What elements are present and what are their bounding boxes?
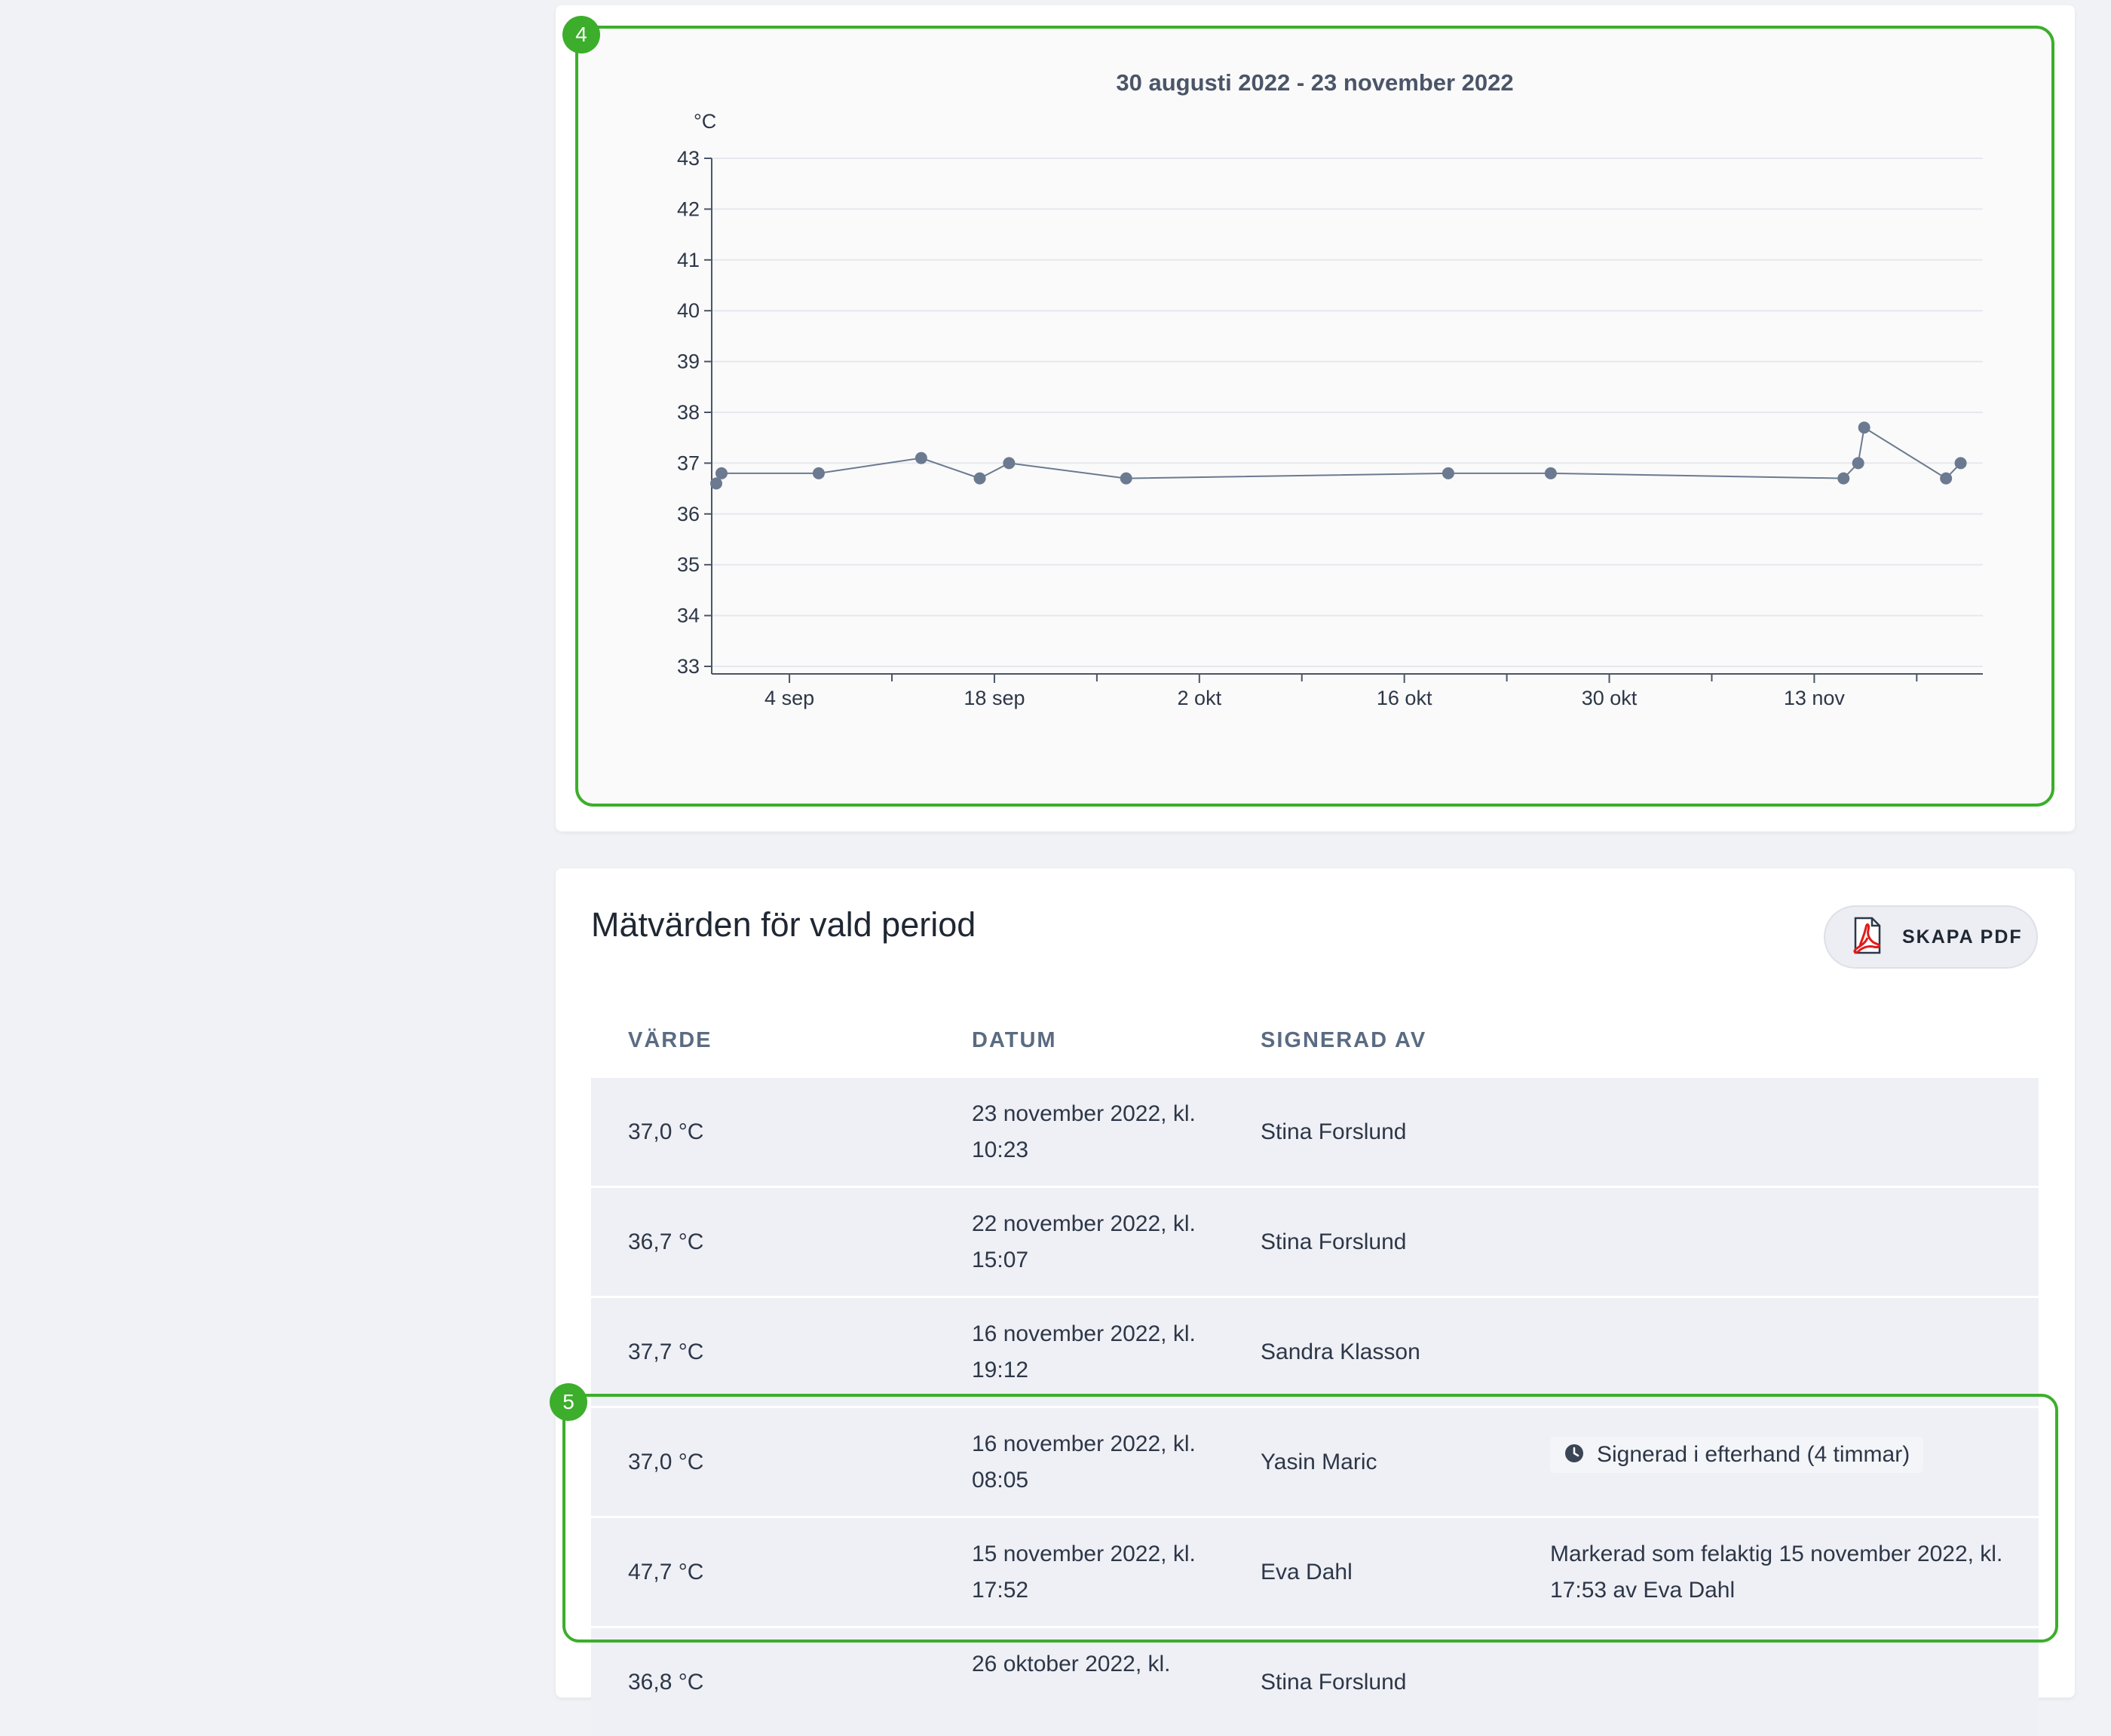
x-tick-label: 13 nov [1784,687,1846,709]
row-time: 17:52 [972,1578,1029,1603]
table-row[interactable]: 37,7 °C 16 november 2022, kl. 19:12 Sandra … [591,1298,2039,1406]
table-row[interactable]: 47,7 °C 15 november 2022, kl. 17:52 Eva Dah… [591,1518,2039,1626]
row-time: 19:12 [972,1358,1029,1382]
section-title: Mätvärden för vald period [591,905,976,944]
chart-grid [712,158,1983,667]
row-signed-by: Stina Forslund [1261,1119,1407,1144]
data-point [1003,457,1016,470]
row-signed-by: Eva Dahl [1261,1560,1353,1584]
row-value: 47,7 °C [628,1560,704,1584]
table-row[interactable]: 36,7 °C 22 november 2022, kl. 15:07 Stina F… [591,1188,2039,1296]
table-row[interactable]: 36,8 °C 26 oktober 2022, kl. Stina Forslun… [591,1628,2039,1736]
status-text: Signerad i efterhand (4 timmar) [1597,1442,1910,1467]
y-tick-label: 34 [677,605,700,627]
x-tick-label: 2 okt [1178,687,1222,709]
column-header-date[interactable]: DATUM [972,1028,1057,1053]
row-value: 36,8 °C [628,1670,704,1695]
row-date: 15 november 2022, kl. [972,1542,1196,1566]
table-row[interactable]: 37,0 °C 16 november 2022, kl. 08:05 Yasin M… [591,1408,2039,1516]
data-point [1837,472,1850,485]
y-tick-label: 37 [677,452,700,474]
y-tick-label: 40 [677,299,700,322]
pdf-icon [1846,915,1887,960]
step-badge-5: 5 [550,1383,587,1421]
column-header-signed-by[interactable]: SIGNERAD AV [1261,1028,1426,1053]
table-row[interactable]: 37,0 °C 23 november 2022, kl. 10:23 Stina F… [591,1078,2039,1186]
temperature-chart: 30 augusti 2022 - 23 november 2022 °C 33… [677,69,1983,709]
create-pdf-label: SKAPA PDF [1902,926,2023,948]
row-signed-by: Stina Forslund [1261,1670,1407,1695]
row-value: 37,0 °C [628,1119,704,1144]
create-pdf-button[interactable]: SKAPA PDF [1824,905,2038,969]
data-point [1544,467,1557,479]
row-signed-by: Yasin Maric [1261,1450,1377,1474]
data-point [812,467,825,479]
y-tick-label: 38 [677,401,700,424]
data-point [915,452,927,464]
row-date: 26 oktober 2022, kl. [972,1652,1171,1676]
row-signed-by: Stina Forslund [1261,1229,1407,1254]
y-tick-label: 39 [677,351,700,373]
y-tick-label: 42 [677,197,700,220]
x-tick-label: 18 sep [964,687,1025,709]
data-point [715,467,728,479]
row-date: 16 november 2022, kl. [972,1321,1196,1346]
row-signed-by: Sandra Klasson [1261,1340,1420,1364]
series-points [710,421,1967,490]
row-date: 16 november 2022, kl. [972,1431,1196,1456]
data-point [1940,472,1953,485]
row-note: Markerad som felaktig 15 november 2022, … [1550,1542,2003,1566]
y-tick-label: 36 [677,503,700,525]
status-badge: Signerad i efterhand (4 timmar) [1550,1437,1924,1473]
y-tick-label: 33 [677,655,700,678]
chart-title: 30 augusti 2022 - 23 november 2022 [1116,69,1513,96]
row-value: 36,7 °C [628,1229,704,1254]
y-tick-label: 43 [677,147,700,170]
column-header-value[interactable]: VÄRDE [628,1028,712,1053]
data-point [1852,457,1864,470]
y-axis-ticks: 33 34 35 36 37 38 39 40 41 42 43 [677,147,712,678]
row-date: 23 november 2022, kl. [972,1101,1196,1126]
clock-icon [1564,1443,1585,1468]
y-tick-label: 35 [677,553,700,576]
x-tick-label: 4 sep [764,687,814,709]
data-point [710,477,722,490]
y-tick-label: 41 [677,249,700,271]
x-tick-label: 16 okt [1377,687,1432,709]
row-time: 08:05 [972,1468,1029,1493]
data-point [1120,472,1132,485]
chart-axes [711,158,1983,675]
x-tick-label: 30 okt [1582,687,1638,709]
row-time: 10:23 [972,1137,1029,1162]
y-axis-unit-label: °C [694,110,716,133]
series-line [715,426,1962,484]
data-point [1442,467,1454,479]
row-note-line2: 17:53 av Eva Dahl [1550,1578,1736,1603]
x-axis-ticks: 4 sep 18 sep 2 okt 16 okt 30 okt 13 nov [764,674,1918,709]
data-point [973,472,986,485]
row-value: 37,0 °C [628,1450,704,1474]
data-point [1954,457,1967,470]
row-date: 22 november 2022, kl. [972,1211,1196,1236]
row-time: 15:07 [972,1248,1029,1272]
data-point [1858,421,1870,434]
row-value: 37,7 °C [628,1340,704,1364]
